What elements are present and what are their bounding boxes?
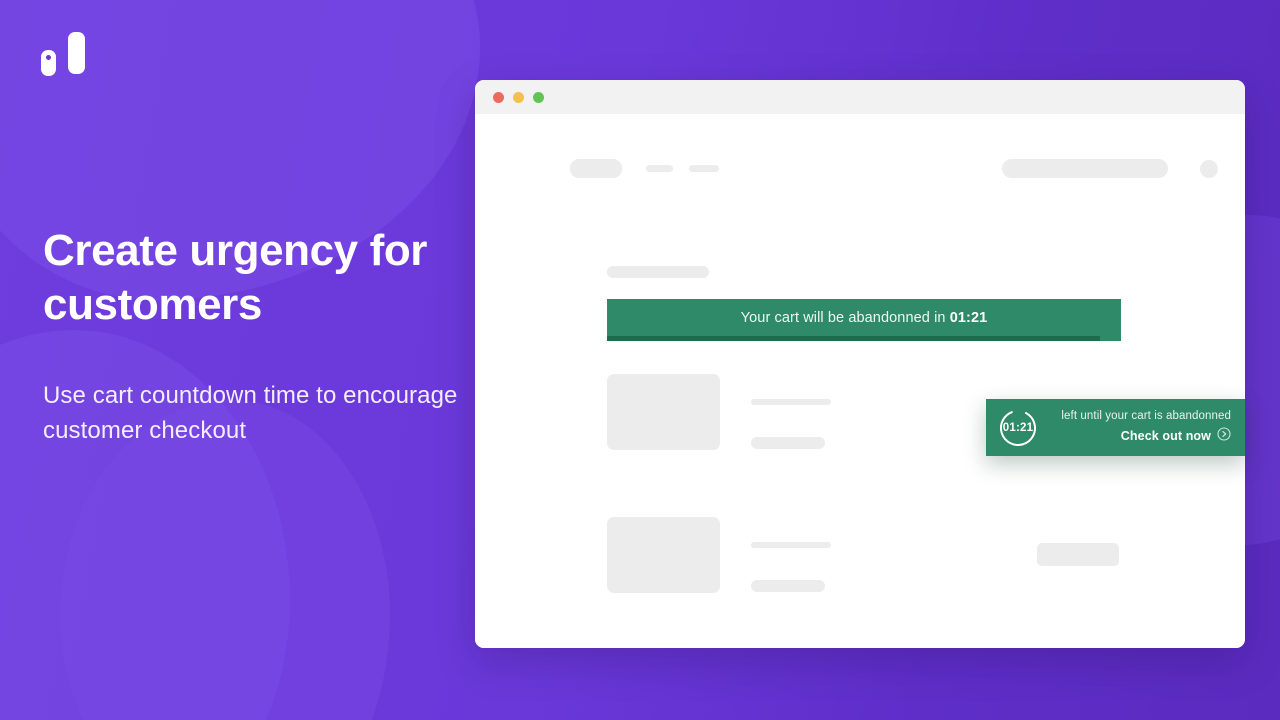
minimize-traffic-light[interactable]: [513, 91, 524, 103]
logo-bar-tall: [68, 32, 85, 74]
site-navbar: [570, 159, 1218, 179]
product-price-placeholder: [1037, 543, 1119, 566]
product-meta-placeholder: [751, 580, 825, 592]
cart-countdown-toast[interactable]: 01:21 left until your cart is abandonned…: [986, 399, 1245, 456]
product-thumbnail-placeholder: [607, 374, 720, 450]
search-input-placeholder[interactable]: [1002, 159, 1168, 178]
close-traffic-light[interactable]: [493, 91, 504, 103]
product-title-placeholder: [751, 399, 831, 405]
nav-logo-placeholder[interactable]: [570, 159, 622, 178]
checkout-now-label: Check out now: [1120, 429, 1211, 443]
logo-bar-short: [41, 50, 56, 76]
product-thumbnail-placeholder: [607, 517, 720, 593]
browser-window: Your cart will be abandonned in 01:21: [475, 80, 1245, 648]
browser-titlebar: [475, 80, 1245, 114]
toast-countdown-value: 01:21: [1002, 421, 1034, 434]
logo-dot: [46, 55, 51, 60]
checkout-now-button[interactable]: Check out now: [1050, 426, 1231, 446]
hero-copy: Create urgency for customers Use cart co…: [43, 224, 463, 448]
avatar-placeholder[interactable]: [1200, 160, 1218, 178]
nav-link-placeholder-1[interactable]: [646, 165, 673, 172]
cart-countdown-banner-text: Your cart will be abandonned in 01:21: [740, 310, 988, 326]
page-subtitle: Use cart countdown time to encourage cus…: [43, 382, 458, 444]
nav-link-placeholder-2[interactable]: [689, 165, 719, 172]
section-title-placeholder: [607, 266, 709, 278]
cart-countdown-progress-bar: [607, 336, 1101, 341]
browser-page-content: Your cart will be abandonned in 01:21: [475, 114, 1245, 648]
product-meta-placeholder: [751, 437, 825, 449]
cart-countdown-banner-value: 01:21: [949, 310, 988, 326]
maximize-traffic-light[interactable]: [533, 91, 544, 103]
product-title-placeholder: [751, 542, 831, 548]
bar-chart-logo-icon: [41, 32, 85, 76]
toast-label: left until your cart is abandonned: [1061, 409, 1231, 422]
countdown-ring-icon: 01:21: [998, 408, 1038, 448]
cart-countdown-banner: Your cart will be abandonned in 01:21: [607, 299, 1121, 341]
circle-chevron-right-icon: [1217, 426, 1231, 446]
toast-body: left until your cart is abandonned Check…: [1050, 410, 1231, 446]
page-title: Create urgency for customers: [43, 226, 428, 329]
